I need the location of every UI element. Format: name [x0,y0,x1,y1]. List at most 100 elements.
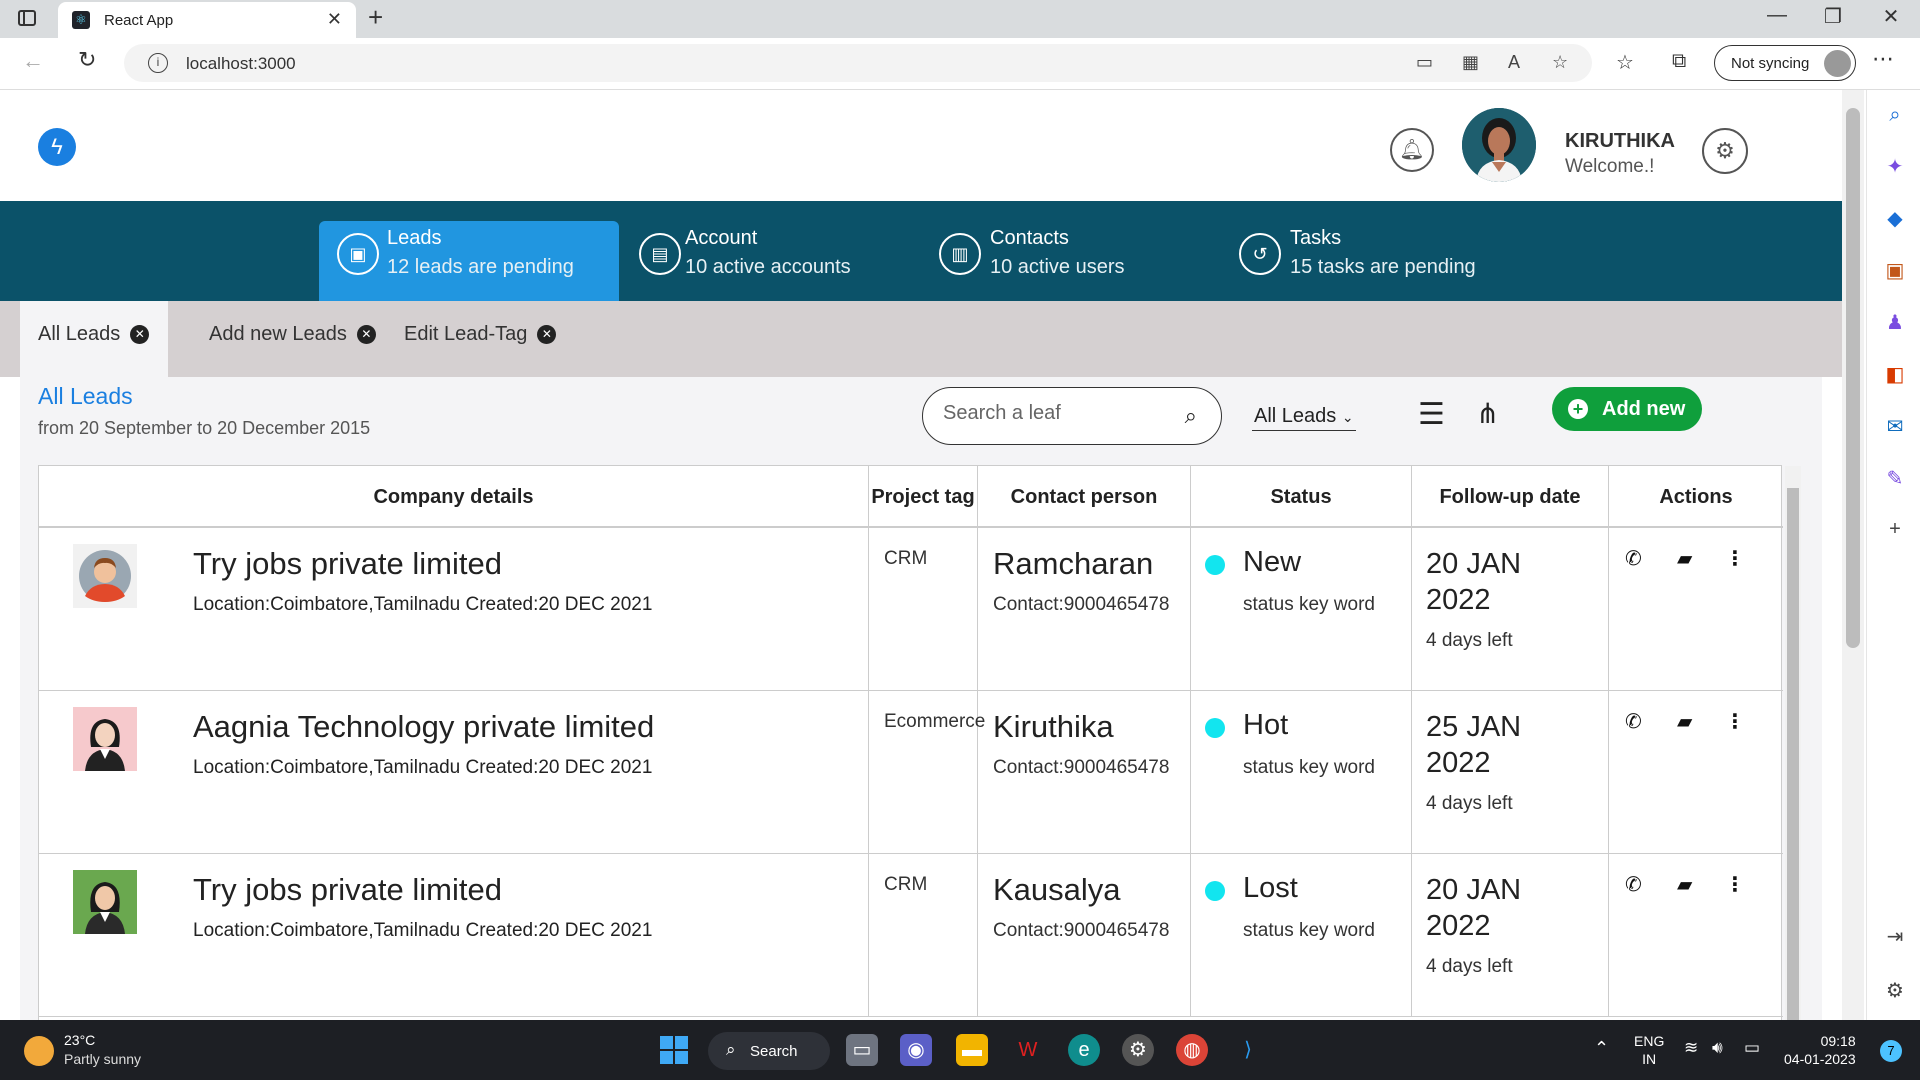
chevron-up-icon[interactable]: ⌃ [1594,1038,1609,1059]
tools-briefcase-icon[interactable]: ▣ [1883,258,1907,283]
table-scrollbar[interactable] [1785,466,1801,1020]
weather-temperature[interactable]: 23°C [64,1032,95,1048]
nav-tab-account[interactable]: ▤ Account 10 active accounts [619,221,919,301]
notification-badge[interactable]: 7 [1880,1040,1902,1062]
wps-office-icon[interactable]: W [1012,1034,1044,1066]
settings-app-icon[interactable]: ⚙ [1122,1034,1154,1066]
more-options-icon[interactable]: ⋯ [1872,46,1894,72]
designer-icon[interactable]: ✎ [1883,466,1907,491]
outlook-icon[interactable]: ✉ [1883,414,1907,439]
add-favorite-icon[interactable]: ☆ [1552,52,1568,73]
edge-browser-icon[interactable]: e [1068,1034,1100,1066]
volume-icon[interactable]: 🔊︎ [1712,1038,1723,1058]
chat-icon[interactable]: ▰ [1677,546,1692,571]
table-scrollbar-thumb[interactable] [1787,488,1799,1020]
more-vertical-icon[interactable]: ⋮ [1725,546,1745,571]
page-scrollbar[interactable] [1842,90,1864,1020]
gear-icon[interactable]: ⚙ [1702,128,1748,174]
table-row[interactable]: Aagnia Technology private limited Locati… [39,691,1783,854]
clock[interactable]: 09:18 04-01-2023 [1784,1032,1856,1068]
more-vertical-icon[interactable]: ⋮ [1725,709,1745,734]
table-row[interactable]: Try jobs private limited Location:Coimba… [39,528,1783,691]
reload-icon[interactable]: ↻ [78,47,96,73]
hide-sidebar-icon[interactable]: ⇥ [1883,924,1907,949]
phone-icon[interactable]: ✆ [1625,546,1642,571]
close-tab-icon[interactable]: ✕ [327,9,342,30]
page-scrollbar-thumb[interactable] [1846,108,1860,648]
office-icon[interactable]: ◧ [1883,362,1907,387]
leads-filter-select[interactable]: All Leads ⌄ [1252,405,1356,431]
url-text[interactable]: localhost:3000 [186,54,296,74]
phone-icon[interactable]: ✆ [1625,872,1642,897]
teams-chat-icon[interactable]: ◉ [900,1034,932,1066]
nav-tab-contacts[interactable]: ▥ Contacts 10 active users [919,221,1219,301]
chrome-icon[interactable]: ◍ [1176,1034,1208,1066]
file-explorer-icon[interactable]: ▬ [956,1034,988,1066]
column-header-project-tag[interactable]: Project tag [869,466,978,528]
search-icon: ⌕ [726,1040,736,1059]
shopping-tag-icon[interactable]: ◆ [1883,206,1907,231]
tab-actions-icon[interactable] [18,10,36,26]
copilot-icon[interactable]: ✦ [1883,154,1907,179]
search-field[interactable]: ⌕ [922,387,1222,445]
leads-panel: All Leads from 20 September to 20 Decemb… [20,377,1822,1020]
weather-sun-icon[interactable] [24,1036,54,1066]
app-available-icon[interactable]: ▭ [1416,52,1433,73]
sidebar-settings-icon[interactable]: ⚙ [1883,978,1907,1003]
battery-icon[interactable]: ▭ [1744,1038,1760,1058]
language-indicator[interactable]: ENG IN [1634,1032,1664,1068]
close-icon[interactable]: ✕ [130,325,150,344]
weather-description[interactable]: Partly sunny [64,1051,141,1067]
chat-icon[interactable]: ▰ [1677,709,1692,734]
lightning-logo-icon[interactable]: ϟ [38,128,76,166]
company-name[interactable]: Try jobs private limited [193,546,502,582]
column-header-company[interactable]: Company details [39,466,869,528]
search-icon[interactable]: ⌕ [1185,403,1197,429]
search-icon[interactable]: ⌕ [1883,104,1907,127]
search-input[interactable] [943,402,1163,425]
collections-icon[interactable]: ⧉ [1672,50,1686,73]
page-title[interactable]: All Leads [38,383,133,410]
avatar[interactable] [1462,108,1536,182]
phone-icon[interactable]: ✆ [1625,709,1642,734]
subtab-edit-lead-tag[interactable]: Edit Lead-Tag ✕ [404,301,557,377]
bell-icon[interactable]: 🔔︎ [1390,128,1434,172]
list-view-icon[interactable]: ☰ [1418,397,1445,432]
url-field[interactable]: i localhost:3000 ▭ ▦ A ☆ [124,44,1592,82]
add-sidebar-app-icon[interactable]: + [1883,518,1907,541]
windows-start-icon[interactable] [660,1036,688,1064]
column-header-contact-person[interactable]: Contact person [978,466,1191,528]
wifi-icon[interactable]: ≋ [1684,1038,1698,1058]
company-name[interactable]: Aagnia Technology private limited [193,709,654,745]
subtab-all-leads[interactable]: All Leads ✕ [20,301,168,377]
extensions-grid-icon[interactable]: ▦ [1462,52,1479,73]
minimize-icon[interactable]: — [1752,4,1802,27]
site-info-icon[interactable]: i [148,53,168,73]
close-icon[interactable]: ✕ [356,325,376,344]
column-header-status[interactable]: Status [1191,466,1412,528]
task-view-icon[interactable]: ▭ [846,1034,878,1066]
column-header-follow-up[interactable]: Follow-up date [1412,466,1609,528]
new-tab-icon[interactable]: + [368,2,383,33]
nav-tab-tasks[interactable]: ↺ Tasks 15 tasks are pending [1219,221,1519,301]
favorites-icon[interactable]: ☆ [1616,50,1634,75]
close-icon[interactable]: ✕ [537,325,557,344]
vscode-icon[interactable]: ⟩ [1232,1034,1264,1066]
taskbar-search-button[interactable]: ⌕ Search [708,1032,830,1070]
profile-sync-button[interactable]: Not syncing [1714,45,1856,81]
browser-tab[interactable]: ⚛ React App ✕ [58,2,356,38]
more-vertical-icon[interactable]: ⋮ [1725,872,1745,897]
close-window-icon[interactable]: ✕ [1866,4,1916,29]
chat-icon[interactable]: ▰ [1677,872,1692,897]
filter-selected-value: All Leads [1254,405,1337,427]
maximize-icon[interactable]: ❐ [1808,4,1858,29]
read-aloud-icon[interactable]: A [1508,52,1520,73]
add-new-button[interactable]: + Add new [1552,387,1702,431]
games-icon[interactable]: ♟ [1883,310,1907,335]
subtab-add-new-leads[interactable]: Add new Leads ✕ [209,301,376,377]
table-row[interactable]: Try jobs private limited Location:Coimba… [39,854,1783,1017]
back-icon[interactable]: ← [22,48,44,74]
company-name[interactable]: Try jobs private limited [193,872,502,908]
share-icon[interactable]: ⋔ [1476,397,1499,430]
nav-tab-leads[interactable]: ▣ Leads 12 leads are pending [319,221,619,301]
